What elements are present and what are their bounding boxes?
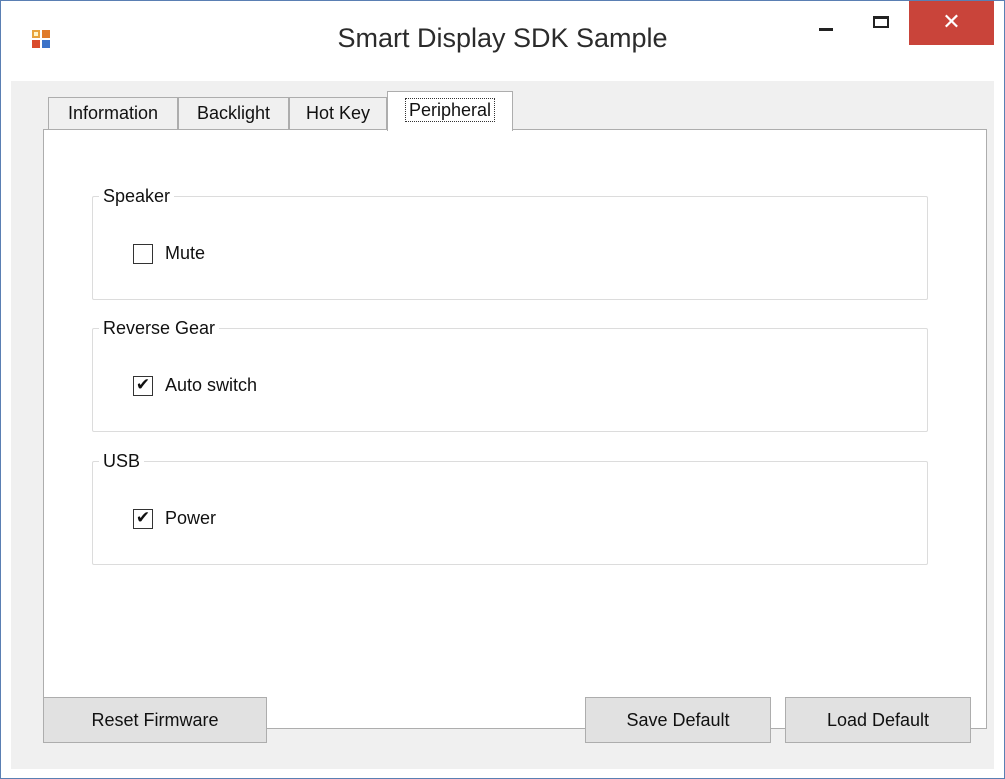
reverse-gear-group: Reverse Gear ✔ Auto switch — [92, 318, 928, 432]
reverse-gear-group-title: Reverse Gear — [103, 318, 216, 338]
usb-group: USB ✔ Power — [92, 451, 928, 565]
speaker-group: Speaker Mute — [92, 186, 928, 300]
tab-label: Information — [67, 103, 159, 123]
save-default-button[interactable]: Save Default — [585, 697, 771, 743]
power-checkbox-row[interactable]: ✔ Power — [133, 508, 216, 529]
maximize-icon — [873, 16, 889, 28]
auto-switch-checkbox-row[interactable]: ✔ Auto switch — [133, 375, 257, 396]
client-area: Information Backlight Hot Key Peripheral… — [11, 81, 994, 769]
app-window: Smart Display SDK Sample ✕ Information B… — [0, 0, 1005, 779]
mute-label: Mute — [165, 243, 206, 263]
close-button[interactable]: ✕ — [909, 1, 994, 45]
mute-checkbox[interactable] — [133, 243, 153, 264]
tab-label: Backlight — [196, 103, 271, 123]
title-bar[interactable]: Smart Display SDK Sample ✕ — [1, 1, 1004, 81]
speaker-group-title: Speaker — [103, 186, 171, 206]
power-label: Power — [165, 508, 217, 528]
tab-label: Peripheral — [404, 97, 496, 122]
load-default-button[interactable]: Load Default — [785, 697, 971, 743]
usb-group-title: USB — [103, 451, 141, 471]
minimize-icon — [819, 27, 833, 31]
peripheral-tab-page: Speaker Mute Reverse Gear ✔ Auto switch … — [43, 129, 987, 729]
mute-checkbox-row[interactable]: Mute — [133, 243, 205, 264]
tab-hot-key[interactable]: Hot Key — [289, 97, 387, 129]
auto-switch-checkbox[interactable]: ✔ — [133, 375, 153, 396]
tab-backlight[interactable]: Backlight — [178, 97, 289, 129]
window-title: Smart Display SDK Sample — [337, 23, 668, 53]
maximize-button[interactable] — [856, 1, 906, 45]
close-icon: ✕ — [942, 10, 961, 35]
power-checkbox[interactable]: ✔ — [133, 508, 153, 529]
tab-label: Hot Key — [305, 103, 371, 123]
reset-firmware-button[interactable]: Reset Firmware — [43, 697, 267, 743]
auto-switch-label: Auto switch — [165, 375, 258, 395]
tab-peripheral[interactable]: Peripheral — [387, 91, 513, 131]
minimize-button[interactable] — [801, 1, 851, 45]
tab-information[interactable]: Information — [48, 97, 178, 129]
